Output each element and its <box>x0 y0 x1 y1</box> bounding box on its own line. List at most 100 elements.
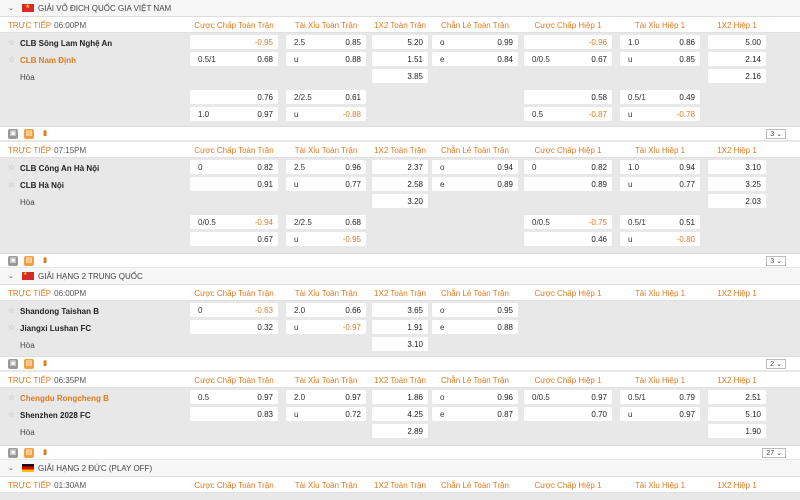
odds-cell-odd-even[interactable]: o 0.99 <box>432 35 518 49</box>
odds-cell-1x2-h1[interactable]: 3.25 <box>708 177 766 191</box>
odds-cell-handicap[interactable]: 0 0.82 <box>190 160 278 174</box>
odds-cell-over-under-h1[interactable]: u 0.77 <box>620 177 700 191</box>
odds-cell-over-under-h1[interactable]: 0.5/1 0.79 <box>620 390 700 404</box>
odds-cell-1x2[interactable]: 2.89 <box>372 424 428 438</box>
stats-icon[interactable]: ▣ <box>8 359 18 369</box>
odds-cell-handicap[interactable]: 0.5 0.97 <box>190 390 278 404</box>
team-name[interactable]: ☆ Jiangxi Lushan FC <box>0 320 190 336</box>
odds-cell-handicap-h1[interactable]: 0.5 -0.87 <box>524 107 612 121</box>
odds-cell-over-under-h1[interactable]: 1.0 0.94 <box>620 160 700 174</box>
odds-cell-over-under[interactable]: u 0.72 <box>286 407 366 421</box>
odds-cell-1x2[interactable]: 3.85 <box>372 69 428 83</box>
stats-icon[interactable]: ▣ <box>8 256 18 266</box>
odds-cell-handicap[interactable]: 0.76 <box>190 90 278 104</box>
star-icon[interactable]: ☆ <box>8 55 15 64</box>
chevron-down-icon[interactable]: ⌄ <box>8 464 16 472</box>
league-header[interactable]: ⌄ GIẢI HẠNG 2 TRUNG QUỐC <box>0 268 800 285</box>
odds-cell-over-under-h1[interactable]: u -0.80 <box>620 232 700 246</box>
star-icon[interactable]: ☆ <box>8 306 15 315</box>
odds-cell-1x2-h1[interactable]: 1.90 <box>708 424 766 438</box>
odds-cell-1x2[interactable]: 1.91 <box>372 320 428 334</box>
odds-cell-over-under[interactable]: u -0.95 <box>286 232 366 246</box>
odds-cell-over-under-h1[interactable]: 1.0 0.86 <box>620 35 700 49</box>
league-header[interactable]: ⌄ GIẢI HẠNG 2 ĐỨC (PLAY OFF) <box>0 460 800 477</box>
odds-cell-1x2-h1[interactable]: 2.14 <box>708 52 766 66</box>
team-name[interactable]: ☆ Shenzhen 2028 FC <box>0 407 190 423</box>
odds-cell-over-under[interactable]: 2/2.5 0.68 <box>286 215 366 229</box>
odds-cell-odd-even[interactable]: e 0.87 <box>432 407 518 421</box>
odds-cell-handicap[interactable]: -0.95 <box>190 35 278 49</box>
odds-cell-1x2-h1[interactable]: 5.10 <box>708 407 766 421</box>
odds-cell-handicap[interactable]: 0.91 <box>190 177 278 191</box>
odds-cell-1x2[interactable]: 3.65 <box>372 303 428 317</box>
more-markets-button[interactable]: 3 ⌄ <box>766 256 786 266</box>
odds-cell-1x2[interactable]: 2.58 <box>372 177 428 191</box>
odds-cell-handicap-h1[interactable]: 0/0.5 0.97 <box>524 390 612 404</box>
video-icon[interactable]: ▤ <box>24 129 34 139</box>
odds-cell-over-under[interactable]: 2.5 0.96 <box>286 160 366 174</box>
chart-icon[interactable]: ▮ <box>40 256 50 266</box>
stats-icon[interactable]: ▣ <box>8 129 18 139</box>
odds-cell-odd-even[interactable]: o 0.94 <box>432 160 518 174</box>
odds-cell-handicap-h1[interactable]: 0.70 <box>524 407 612 421</box>
odds-cell-handicap[interactable]: 0/0.5 -0.94 <box>190 215 278 229</box>
video-icon[interactable]: ▤ <box>24 359 34 369</box>
more-markets-button[interactable]: 2 ⌄ <box>766 359 786 369</box>
odds-cell-over-under-h1[interactable]: 0.5/1 0.51 <box>620 215 700 229</box>
star-icon[interactable]: ☆ <box>8 163 15 172</box>
odds-cell-handicap-h1[interactable]: 0.46 <box>524 232 612 246</box>
odds-cell-over-under[interactable]: u 0.88 <box>286 52 366 66</box>
odds-cell-over-under[interactable]: 2.0 0.66 <box>286 303 366 317</box>
star-icon[interactable]: ☆ <box>8 323 15 332</box>
odds-cell-handicap[interactable]: 0.83 <box>190 407 278 421</box>
odds-cell-1x2[interactable]: 1.51 <box>372 52 428 66</box>
odds-cell-handicap-h1[interactable]: 0 0.82 <box>524 160 612 174</box>
chevron-down-icon[interactable]: ⌄ <box>8 272 16 280</box>
odds-cell-handicap[interactable]: 0.67 <box>190 232 278 246</box>
team-name[interactable]: ☆ CLB Công An Hà Nội <box>0 160 190 176</box>
team-name[interactable]: ☆ Shandong Taishan B <box>0 303 190 319</box>
video-icon[interactable]: ▤ <box>24 256 34 266</box>
more-markets-button[interactable]: 3 ⌄ <box>766 129 786 139</box>
odds-cell-over-under[interactable]: u -0.88 <box>286 107 366 121</box>
odds-cell-1x2[interactable]: 4.25 <box>372 407 428 421</box>
odds-cell-handicap[interactable]: 1.0 0.97 <box>190 107 278 121</box>
odds-cell-handicap[interactable]: 0 -0.63 <box>190 303 278 317</box>
odds-cell-odd-even[interactable]: e 0.88 <box>432 320 518 334</box>
odds-cell-1x2-h1[interactable]: 2.51 <box>708 390 766 404</box>
team-name[interactable]: ☆ Chengdu Rongcheng B <box>0 390 190 406</box>
star-icon[interactable]: ☆ <box>8 180 15 189</box>
odds-cell-handicap-h1[interactable]: 0/0.5 -0.75 <box>524 215 612 229</box>
odds-cell-over-under[interactable]: 2.5 0.85 <box>286 35 366 49</box>
odds-cell-1x2-h1[interactable]: 5.00 <box>708 35 766 49</box>
chevron-down-icon[interactable]: ⌄ <box>8 4 16 12</box>
odds-cell-odd-even[interactable]: o 0.95 <box>432 303 518 317</box>
star-icon[interactable]: ☆ <box>8 393 15 402</box>
chart-icon[interactable]: ▮ <box>40 448 50 458</box>
odds-cell-over-under-h1[interactable]: u 0.97 <box>620 407 700 421</box>
odds-cell-odd-even[interactable]: e 0.84 <box>432 52 518 66</box>
odds-cell-1x2[interactable]: 2.37 <box>372 160 428 174</box>
odds-cell-handicap-h1[interactable]: 0.89 <box>524 177 612 191</box>
more-markets-button[interactable]: 27 ⌄ <box>762 448 786 458</box>
team-name[interactable]: ☆ CLB Hà Nội <box>0 177 190 193</box>
odds-cell-over-under[interactable]: u 0.77 <box>286 177 366 191</box>
odds-cell-handicap-h1[interactable]: 0/0.5 0.67 <box>524 52 612 66</box>
odds-cell-over-under-h1[interactable]: u 0.85 <box>620 52 700 66</box>
odds-cell-handicap-h1[interactable]: 0.58 <box>524 90 612 104</box>
team-name[interactable]: ☆ CLB Nam Định <box>0 52 190 68</box>
odds-cell-handicap-h1[interactable]: -0.96 <box>524 35 612 49</box>
odds-cell-handicap[interactable]: 0.32 <box>190 320 278 334</box>
team-name[interactable]: ☆ CLB Sông Lam Nghệ An <box>0 35 190 51</box>
odds-cell-1x2-h1[interactable]: 2.16 <box>708 69 766 83</box>
video-icon[interactable]: ▤ <box>24 448 34 458</box>
odds-cell-over-under-h1[interactable]: 0.5/1 0.49 <box>620 90 700 104</box>
odds-cell-1x2[interactable]: 1.86 <box>372 390 428 404</box>
chart-icon[interactable]: ▮ <box>40 359 50 369</box>
odds-cell-handicap[interactable]: 0.5/1 0.68 <box>190 52 278 66</box>
odds-cell-over-under[interactable]: 2/2.5 0.61 <box>286 90 366 104</box>
odds-cell-1x2[interactable]: 5.20 <box>372 35 428 49</box>
odds-cell-1x2-h1[interactable]: 2.03 <box>708 194 766 208</box>
odds-cell-over-under[interactable]: 2.0 0.97 <box>286 390 366 404</box>
star-icon[interactable]: ☆ <box>8 410 15 419</box>
